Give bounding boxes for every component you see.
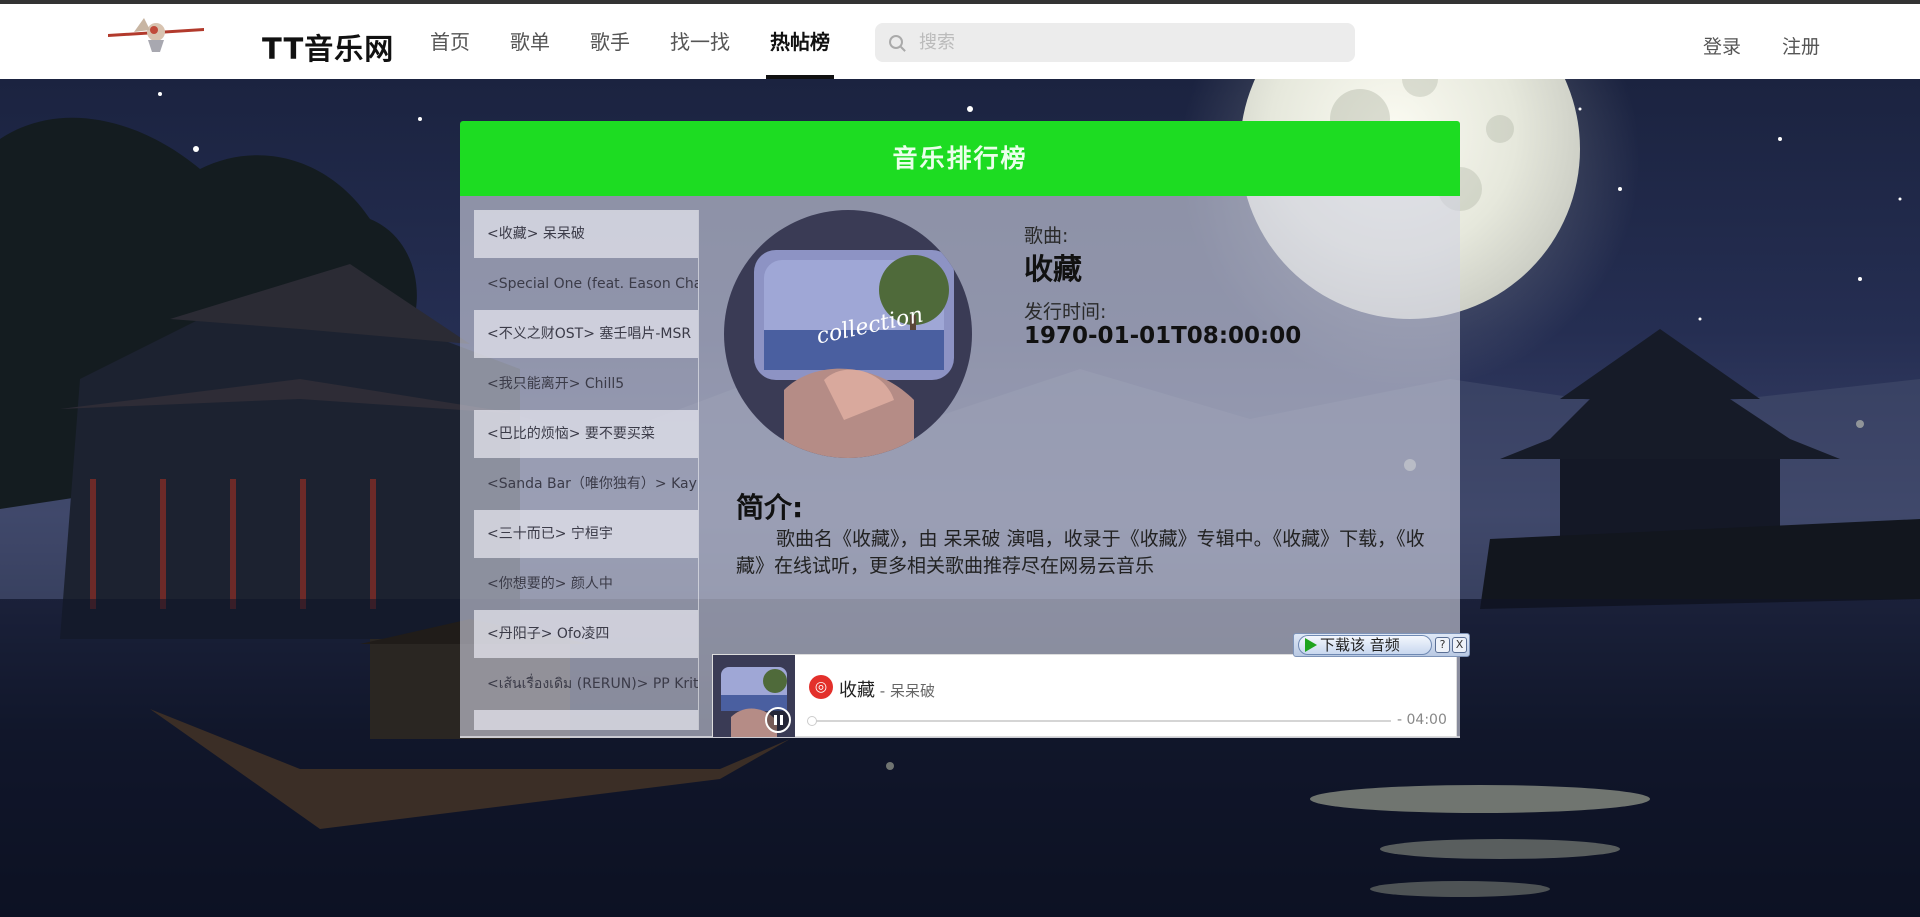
player-time: - 04:00 [1397, 712, 1447, 728]
search-input[interactable] [919, 23, 1339, 62]
song-list-item[interactable]: <我只能离开> Chill5 [474, 360, 698, 408]
search-box [875, 23, 1355, 62]
player-song-title: 收藏 - 呆呆破 [839, 676, 935, 702]
netease-music-icon: ◎ [809, 675, 833, 699]
song-list-item[interactable]: <เส้นเรื่องเดิม (RERUN)> PP Krit [474, 660, 698, 708]
song-list: <收藏> 呆呆破 <Special One (feat. Eason Chan … [474, 210, 699, 730]
player-artist: - 呆呆破 [875, 682, 935, 700]
nav-singers[interactable]: 歌手 [570, 4, 650, 79]
intro-text: 歌曲名《收藏》，由 呆呆破 演唱，收录于《收藏》专辑中。《收藏》下载，《收藏》在… [736, 528, 1425, 577]
close-button[interactable]: X [1452, 637, 1467, 653]
card-title: 音乐排行榜 [460, 121, 1460, 196]
progress-bar[interactable] [807, 716, 1391, 726]
play-arrow-icon [1305, 638, 1317, 652]
intro-title: 简介: [736, 491, 804, 524]
song-list-item[interactable]: <Sanda Bar（唯你独有）> Kay [474, 460, 698, 508]
download-audio-button[interactable]: 下载该 音频 [1298, 635, 1432, 655]
music-player: ◎ 收藏 - 呆呆破 - 04:00 [712, 654, 1457, 737]
release-time: 1970-01-01T08:00:00 [1024, 323, 1302, 349]
nav-playlists[interactable]: 歌单 [490, 4, 570, 79]
song-list-item[interactable]: <丹阳子> Ofo凌四 [474, 610, 698, 658]
song-list-item[interactable]: <三十而已> 宁桓宇 [474, 510, 698, 558]
login-link[interactable]: 登录 [1703, 32, 1741, 59]
register-link[interactable]: 注册 [1782, 32, 1820, 59]
site-title[interactable]: TT音乐网 [262, 26, 394, 68]
pause-button[interactable] [765, 707, 791, 733]
release-label: 发行时间: [1024, 301, 1107, 323]
nav-discover[interactable]: 找一找 [650, 4, 750, 79]
player-song-name: 收藏 [839, 680, 875, 701]
song-list-item-partial[interactable] [474, 710, 698, 730]
download-label: 下载该 音频 [1320, 636, 1400, 654]
song-list-item[interactable]: <不义之财OST> 塞壬唱片-MSR [474, 310, 698, 358]
help-button[interactable]: ? [1435, 637, 1450, 653]
album-cover: collection [724, 210, 972, 458]
download-plugin-bar: 下载该 音频 ? X [1293, 633, 1470, 657]
song-list-item[interactable]: <Special One (feat. Eason Chan [474, 260, 698, 308]
site-header: TT音乐网 首页 歌单 歌手 找一找 热帖榜 登录 注册 [0, 4, 1920, 79]
site-logo[interactable] [104, 12, 208, 56]
song-list-item[interactable]: <巴比的烦恼> 要不要买菜 [474, 410, 698, 458]
progress-handle[interactable] [807, 716, 817, 726]
song-name: 收藏 [1024, 252, 1083, 286]
main-nav: 首页 歌单 歌手 找一找 热帖榜 [410, 4, 850, 79]
song-list-item[interactable]: <收藏> 呆呆破 [474, 210, 698, 258]
search-icon [889, 35, 903, 49]
song-label: 歌曲: [1024, 225, 1069, 247]
nav-home[interactable]: 首页 [410, 4, 490, 79]
nav-hot-chart[interactable]: 热帖榜 [750, 4, 850, 79]
song-list-item[interactable]: <你想要的> 颜人中 [474, 560, 698, 608]
player-cover [713, 655, 795, 737]
